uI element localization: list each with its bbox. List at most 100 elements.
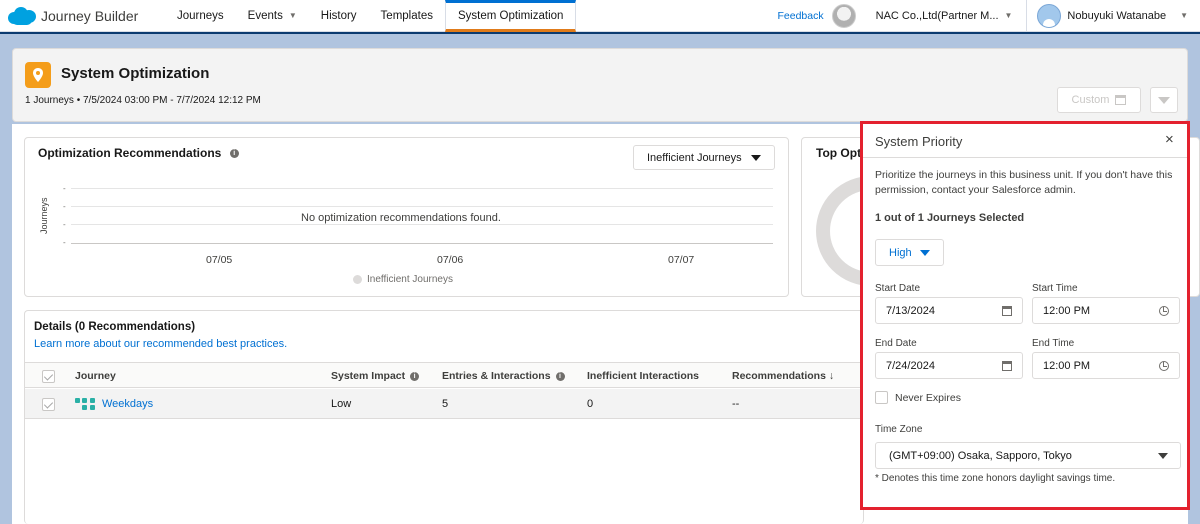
map-pin-icon xyxy=(25,62,51,88)
page-title: System Optimization xyxy=(61,65,210,82)
user-avatar[interactable] xyxy=(1037,3,1062,28)
end-date-input[interactable]: 7/24/2024 xyxy=(875,352,1023,379)
start-time-label: Start Time xyxy=(1032,283,1078,294)
tab-label: System Optimization xyxy=(457,9,564,22)
table-row[interactable]: Weekdays Low 5 0 -- xyxy=(25,389,865,419)
y-tick: - xyxy=(63,220,66,229)
column-header-text: Entries & Interactions xyxy=(442,370,551,382)
clock-icon[interactable] xyxy=(1159,306,1169,316)
tab-system-optimization[interactable]: System Optimization xyxy=(444,0,577,32)
legend-label: Inefficient Journeys xyxy=(367,274,453,285)
start-time-input[interactable]: 12:00 PM xyxy=(1032,297,1180,324)
tab-journeys[interactable]: Journeys xyxy=(165,0,236,32)
column-header-inefficient[interactable]: Inefficient Interactions xyxy=(587,370,699,382)
custom-date-button[interactable]: Custom xyxy=(1057,87,1141,113)
card-title: Top Opti xyxy=(816,146,865,160)
y-axis-label: Journeys xyxy=(39,197,49,234)
close-icon[interactable]: × xyxy=(1165,131,1174,148)
start-date-label: Start Date xyxy=(875,283,921,294)
system-impact-value: Low xyxy=(331,398,352,410)
recommendations-chart: Journeys - - - - No optimization recomme… xyxy=(35,178,780,293)
salesforce-cloud-icon xyxy=(8,6,36,25)
optimization-recommendations-card: Optimization Recommendations i Inefficie… xyxy=(24,137,789,297)
never-expires-checkbox[interactable] xyxy=(875,391,888,404)
clock-icon[interactable] xyxy=(1159,361,1169,371)
end-time-input[interactable]: 12:00 PM xyxy=(1032,352,1180,379)
grid-line xyxy=(71,206,773,207)
column-header-text: System Impact xyxy=(331,370,406,382)
select-all-checkbox[interactable] xyxy=(42,370,55,383)
x-tick-label: 07/05 xyxy=(206,254,233,266)
tab-label: Journeys xyxy=(177,9,224,22)
feedback-link[interactable]: Feedback xyxy=(778,10,824,22)
chevron-down-icon: ▼ xyxy=(288,11,297,20)
priority-value: High xyxy=(889,246,912,259)
end-time-label: End Time xyxy=(1032,338,1075,349)
chevron-down-icon[interactable]: ▼ xyxy=(1005,11,1013,20)
selection-count: 1 out of 1 Journeys Selected xyxy=(875,212,1025,224)
priority-dropdown[interactable]: High xyxy=(875,239,944,266)
journey-flow-icon xyxy=(75,398,95,410)
row-checkbox[interactable] xyxy=(42,398,55,411)
info-icon[interactable]: i xyxy=(555,371,565,381)
start-time-value: 12:00 PM xyxy=(1043,304,1091,317)
timezone-select[interactable]: (GMT+09:00) Osaka, Sapporo, Tokyo xyxy=(875,442,1181,469)
banner-stripe xyxy=(0,32,1200,34)
column-header-journey[interactable]: Journey xyxy=(75,370,116,382)
business-unit-selector[interactable]: NAC Co.,Ltd(Partner M... xyxy=(876,10,999,22)
custom-label: Custom xyxy=(1071,94,1110,106)
recommendations-value: -- xyxy=(732,398,740,410)
filter-icon xyxy=(1158,96,1170,104)
page-subtitle: 1 Journeys • 7/5/2024 03:00 PM - 7/7/202… xyxy=(25,95,261,106)
divider xyxy=(1026,0,1028,32)
panel-header: System Priority × xyxy=(863,124,1187,158)
end-time-value: 12:00 PM xyxy=(1043,359,1091,372)
journey-name-link[interactable]: Weekdays xyxy=(102,398,153,410)
entries-value: 5 xyxy=(442,398,449,410)
tab-templates[interactable]: Templates xyxy=(369,0,445,32)
calendar-icon[interactable] xyxy=(1002,361,1012,371)
filter-button[interactable] xyxy=(1150,87,1178,113)
never-expires-label: Never Expires xyxy=(895,392,961,404)
brand[interactable]: Journey Builder xyxy=(0,6,165,25)
grid-line xyxy=(71,188,773,189)
calendar-icon xyxy=(1115,95,1127,105)
caret-down-icon xyxy=(1158,452,1168,459)
tab-label: History xyxy=(320,9,357,22)
column-header-recommendations[interactable]: Recommendations ↓ xyxy=(732,370,834,382)
column-header-system-impact[interactable]: System Impact i xyxy=(331,370,420,382)
panel-title: System Priority xyxy=(875,134,963,149)
end-date-label: End Date xyxy=(875,338,917,349)
details-card: Details (0 Recommendations) Learn more a… xyxy=(24,310,865,524)
timezone-note: * Denotes this time zone honors daylight… xyxy=(875,473,1116,484)
table-header: Journey System Impact i Entries & Interac… xyxy=(25,362,865,388)
chart-legend: Inefficient Journeys xyxy=(353,274,453,285)
grid-line xyxy=(71,224,773,225)
system-priority-panel: System Priority × Prioritize the journey… xyxy=(860,121,1190,510)
y-tick: - xyxy=(63,202,66,211)
dropdown-label: Inefficient Journeys xyxy=(647,151,742,164)
journey-filter-dropdown[interactable]: Inefficient Journeys xyxy=(633,145,775,170)
inefficient-value: 0 xyxy=(587,398,594,410)
column-header-entries[interactable]: Entries & Interactions i xyxy=(442,370,565,382)
x-tick-label: 07/07 xyxy=(668,254,695,266)
user-name[interactable]: Nobuyuki Watanabe xyxy=(1067,10,1166,22)
start-date-input[interactable]: 7/13/2024 xyxy=(875,297,1023,324)
info-icon[interactable]: i xyxy=(229,149,239,159)
caret-down-icon xyxy=(751,154,761,161)
timezone-value: (GMT+09:00) Osaka, Sapporo, Tokyo xyxy=(889,449,1072,462)
top-nav: Journey Builder Journeys Events ▼ History… xyxy=(0,0,1200,32)
calendar-icon[interactable] xyxy=(1002,306,1012,316)
tab-label: Templates xyxy=(380,9,433,22)
card-title-text: Optimization Recommendations xyxy=(38,146,222,160)
best-practices-link[interactable]: Learn more about our recommended best pr… xyxy=(34,338,287,350)
details-title: Details (0 Recommendations) xyxy=(34,321,196,333)
tab-label: Events xyxy=(247,9,283,22)
tab-events[interactable]: Events ▼ xyxy=(236,0,309,32)
y-tick: - xyxy=(63,184,66,193)
app-title: Journey Builder xyxy=(41,7,139,24)
info-icon[interactable]: i xyxy=(410,371,420,381)
tab-history[interactable]: History xyxy=(309,0,369,32)
x-tick-label: 07/06 xyxy=(437,254,464,266)
chevron-down-icon[interactable]: ▼ xyxy=(1180,11,1188,20)
